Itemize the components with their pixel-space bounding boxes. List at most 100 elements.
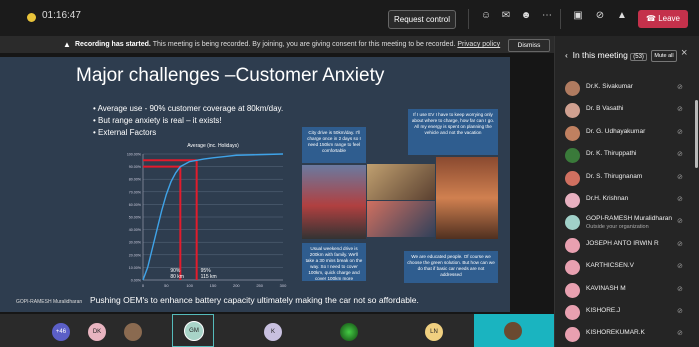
y-tick-label: 20.00% bbox=[129, 253, 142, 257]
avatar-initials: LN bbox=[430, 329, 438, 335]
participant-name: Dr.K. Sivakumar bbox=[586, 83, 633, 90]
avatar bbox=[565, 237, 580, 253]
participant-name: Dr.H. Krishnan bbox=[586, 195, 629, 202]
avatar bbox=[565, 327, 580, 343]
annotation-label: 115 km bbox=[201, 274, 217, 280]
quote-bubble-vacation: If I use EV I have to keep worrying only… bbox=[408, 109, 498, 155]
avatar bbox=[565, 260, 580, 276]
bullet-item: External Factors bbox=[93, 127, 283, 139]
recording-banner-bold: Recording has started. bbox=[75, 41, 151, 48]
y-tick-label: 100.00% bbox=[127, 153, 142, 157]
bullet-item: But range anxiety is real – it exists! bbox=[93, 115, 283, 127]
participant-row[interactable]: GOPI-RAMESH Muralidharan Outside your org… bbox=[555, 212, 699, 234]
request-control-button[interactable]: Request control bbox=[388, 10, 456, 29]
participant-name: Dr. S. Thirugnanam bbox=[586, 172, 643, 180]
panel-heading: ‹ In this meeting (53) bbox=[565, 50, 647, 61]
participant-name: Dr. G. Udhayakumar bbox=[586, 127, 646, 135]
chat-icon[interactable]: ✉ bbox=[498, 10, 514, 21]
x-tick-label: 150 bbox=[210, 283, 217, 288]
presentation-slide: Major challenges –Customer Anxiety Avera… bbox=[0, 57, 510, 312]
avatar bbox=[565, 103, 580, 119]
participant-row[interactable]: Dr.H. Krishnan ⊘ bbox=[555, 190, 699, 212]
reactions-icon[interactable]: ☻ bbox=[518, 10, 534, 21]
avatar bbox=[565, 215, 580, 231]
participant-name: Dr. B Vasathi bbox=[586, 105, 624, 113]
participant-name: KARTHICSEN.V bbox=[586, 262, 634, 270]
meeting-toolbar: 01:16:47 Request control ☺ ✉ ☻ ⋯ ▣ ⊘ ▲ ☎… bbox=[0, 0, 699, 37]
active-speaker-tile[interactable]: GM bbox=[172, 314, 214, 347]
mic-off-icon: ⊘ bbox=[677, 285, 683, 293]
participants-panel: ‹ In this meeting (53) Mute all × Dr.K. … bbox=[554, 36, 699, 347]
participant-row[interactable]: Dr. G. Udhayakumar ⊘ bbox=[555, 123, 699, 145]
photo-family bbox=[367, 164, 435, 200]
participant-name: JOSEPH ANTO IRWIN R bbox=[586, 239, 659, 247]
recording-banner-message: This meeting is being recorded. By joini… bbox=[152, 41, 456, 48]
avatar-photo bbox=[504, 322, 522, 340]
participant-row[interactable]: Dr. S. Thirugnanam ⊘ bbox=[555, 168, 699, 190]
warning-icon: ▲ bbox=[63, 40, 71, 49]
avatar-initials: GM bbox=[189, 328, 199, 334]
avatar-photo[interactable] bbox=[340, 323, 358, 341]
y-tick-label: 60.00% bbox=[129, 203, 142, 207]
x-tick-label: 50 bbox=[164, 283, 169, 288]
avatar bbox=[565, 282, 580, 298]
avatar bbox=[565, 125, 580, 141]
x-tick-label: 250 bbox=[256, 283, 263, 288]
mic-off-icon: ⊘ bbox=[677, 173, 683, 181]
participant-name: Dr. K. Thiruppathi bbox=[586, 150, 637, 158]
avatar-initials: K bbox=[270, 329, 275, 335]
dismiss-button[interactable]: Dismiss bbox=[508, 39, 550, 52]
participant-name: KAVINASH M bbox=[586, 284, 626, 292]
more-participants-count: +46 bbox=[55, 329, 67, 335]
participant-row[interactable]: Dr. B Vasathi ⊘ bbox=[555, 100, 699, 122]
mic-off-icon: ⊘ bbox=[677, 263, 683, 271]
avatar-initials: DK bbox=[92, 329, 102, 335]
slide-bullets: Average use - 90% customer coverage at 8… bbox=[93, 103, 284, 139]
avatar bbox=[565, 193, 580, 208]
participant-subtitle: Outside your organization bbox=[586, 224, 649, 231]
participant-row[interactable]: KISHORE.J ⊘ bbox=[555, 302, 699, 324]
camera-off-icon[interactable]: ▣ bbox=[570, 10, 586, 21]
participant-row[interactable]: JOSEPH ANTO IRWIN R ⊘ bbox=[555, 235, 699, 257]
participant-row[interactable]: KAVINASH M ⊘ bbox=[555, 280, 699, 302]
avatar-photo[interactable] bbox=[124, 323, 142, 341]
shared-screen: Major challenges –Customer Anxiety Avera… bbox=[0, 53, 554, 314]
participants-icon[interactable]: ☺ bbox=[478, 10, 494, 21]
video-gallery: +46 DK GM K LN bbox=[0, 314, 554, 347]
leave-label: Leave bbox=[658, 14, 680, 23]
mic-off-icon: ⊘ bbox=[677, 106, 683, 114]
mic-off-icon[interactable]: ⊘ bbox=[592, 10, 608, 21]
participant-count: (53) bbox=[630, 53, 647, 61]
annotation-label: 80 km bbox=[170, 274, 184, 280]
participant-row[interactable]: KARTHICSEN.V ⊘ bbox=[555, 257, 699, 279]
photo-woman bbox=[436, 157, 498, 239]
recording-banner: ▲ Recording has started. This meeting is… bbox=[0, 36, 554, 53]
more-participants-avatar[interactable]: +46 bbox=[52, 323, 70, 341]
y-tick-label: 50.00% bbox=[129, 216, 142, 220]
participant-row[interactable]: Dr. K. Thiruppathi ⊘ bbox=[555, 145, 699, 167]
y-tick-label: 80.00% bbox=[129, 178, 142, 182]
scrollbar[interactable] bbox=[695, 100, 698, 168]
avatar: GM bbox=[184, 321, 204, 341]
quote-bubble-green-solution: We are educated people. Of course we cho… bbox=[404, 251, 498, 283]
avatar[interactable]: K bbox=[264, 323, 282, 341]
mute-all-button[interactable]: Mute all bbox=[651, 50, 677, 62]
avatar bbox=[565, 305, 580, 320]
more-actions-icon[interactable]: ⋯ bbox=[539, 10, 555, 21]
back-icon[interactable]: ‹ bbox=[565, 50, 568, 60]
y-tick-label: 10.00% bbox=[129, 266, 142, 270]
mic-off-icon: ⊘ bbox=[677, 128, 683, 136]
avatar bbox=[565, 170, 580, 186]
participant-row[interactable]: Dr.K. Sivakumar ⊘ bbox=[555, 78, 699, 100]
quote-bubble-weekend-drive: Usual weekend drive is 200km with family… bbox=[302, 243, 366, 281]
video-tile[interactable] bbox=[474, 314, 554, 347]
leave-button[interactable]: ☎ Leave bbox=[638, 10, 688, 28]
share-screen-icon[interactable]: ▲ bbox=[614, 10, 630, 21]
photo-couple bbox=[367, 201, 435, 237]
avatar[interactable]: DK bbox=[88, 323, 106, 341]
privacy-policy-link[interactable]: Privacy policy bbox=[457, 41, 500, 48]
participant-row[interactable]: KISHOREKUMAR.K ⊘ bbox=[555, 324, 699, 346]
avatar[interactable]: LN bbox=[425, 323, 443, 341]
close-icon[interactable]: × bbox=[681, 47, 687, 59]
chart-title: Average (inc. Holidays) bbox=[187, 143, 239, 149]
